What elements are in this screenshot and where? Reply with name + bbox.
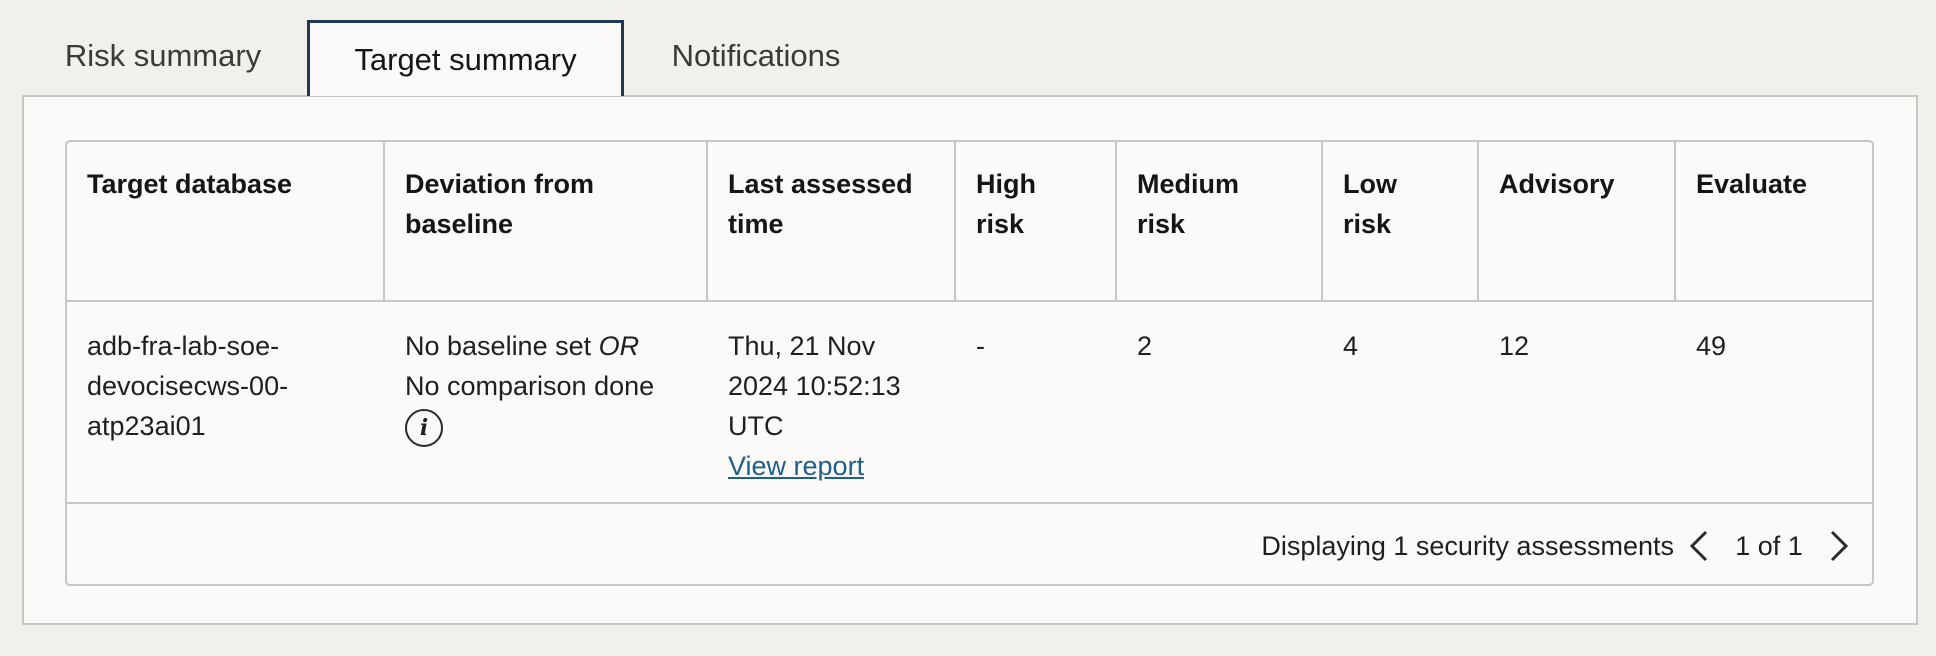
column-header-target-database: Target database: [67, 142, 385, 300]
column-header-deviation: Deviation from baseline: [385, 142, 708, 300]
table-header-row: Target database Deviation from baseline …: [67, 142, 1872, 302]
cell-advisory: 12: [1499, 331, 1530, 361]
info-icon[interactable]: i: [405, 409, 443, 447]
tab-risk-summary[interactable]: Risk summary: [40, 20, 286, 92]
column-header-last-assessed: Last assessed time: [708, 142, 956, 300]
target-summary-table: Target database Deviation from baseline …: [65, 140, 1874, 586]
cell-evaluate: 49: [1696, 331, 1727, 361]
pagination: 1 of 1: [1684, 526, 1854, 566]
results-summary: Displaying 1 security assessments: [1261, 531, 1674, 561]
chevron-right-icon[interactable]: [1824, 526, 1854, 566]
column-header-low-risk: Low risk: [1323, 142, 1479, 300]
view-report-link[interactable]: View report: [728, 446, 936, 486]
column-header-medium-risk: Medium risk: [1117, 142, 1323, 300]
table-footer: Displaying 1 security assessments 1 of 1: [67, 504, 1872, 584]
column-header-advisory: Advisory: [1479, 142, 1676, 300]
table-row: adb-fra-lab-soe- devocisecws-00- atp23ai…: [67, 302, 1872, 504]
chevron-left-icon[interactable]: [1684, 526, 1714, 566]
tab-target-summary[interactable]: Target summary: [307, 20, 624, 96]
cell-deviation: No baseline set OR No comparison done i: [385, 302, 708, 502]
cell-last-assessed: Thu, 21 Nov 2024 10:52:13 UTC View repor…: [708, 302, 956, 502]
column-header-high-risk: High risk: [956, 142, 1117, 300]
cell-high-risk: -: [976, 331, 985, 361]
column-header-evaluate: Evaluate: [1696, 169, 1808, 199]
page-indicator: 1 of 1: [1735, 530, 1803, 561]
cell-low-risk: 4: [1343, 331, 1359, 361]
cell-target-database: adb-fra-lab-soe- devocisecws-00- atp23ai…: [87, 331, 289, 441]
tab-notifications[interactable]: Notifications: [648, 20, 864, 92]
cell-medium-risk: 2: [1137, 331, 1153, 361]
tab-bar: Risk summary Target summary Notification…: [0, 0, 1936, 96]
tab-panel: Target database Deviation from baseline …: [22, 95, 1918, 625]
